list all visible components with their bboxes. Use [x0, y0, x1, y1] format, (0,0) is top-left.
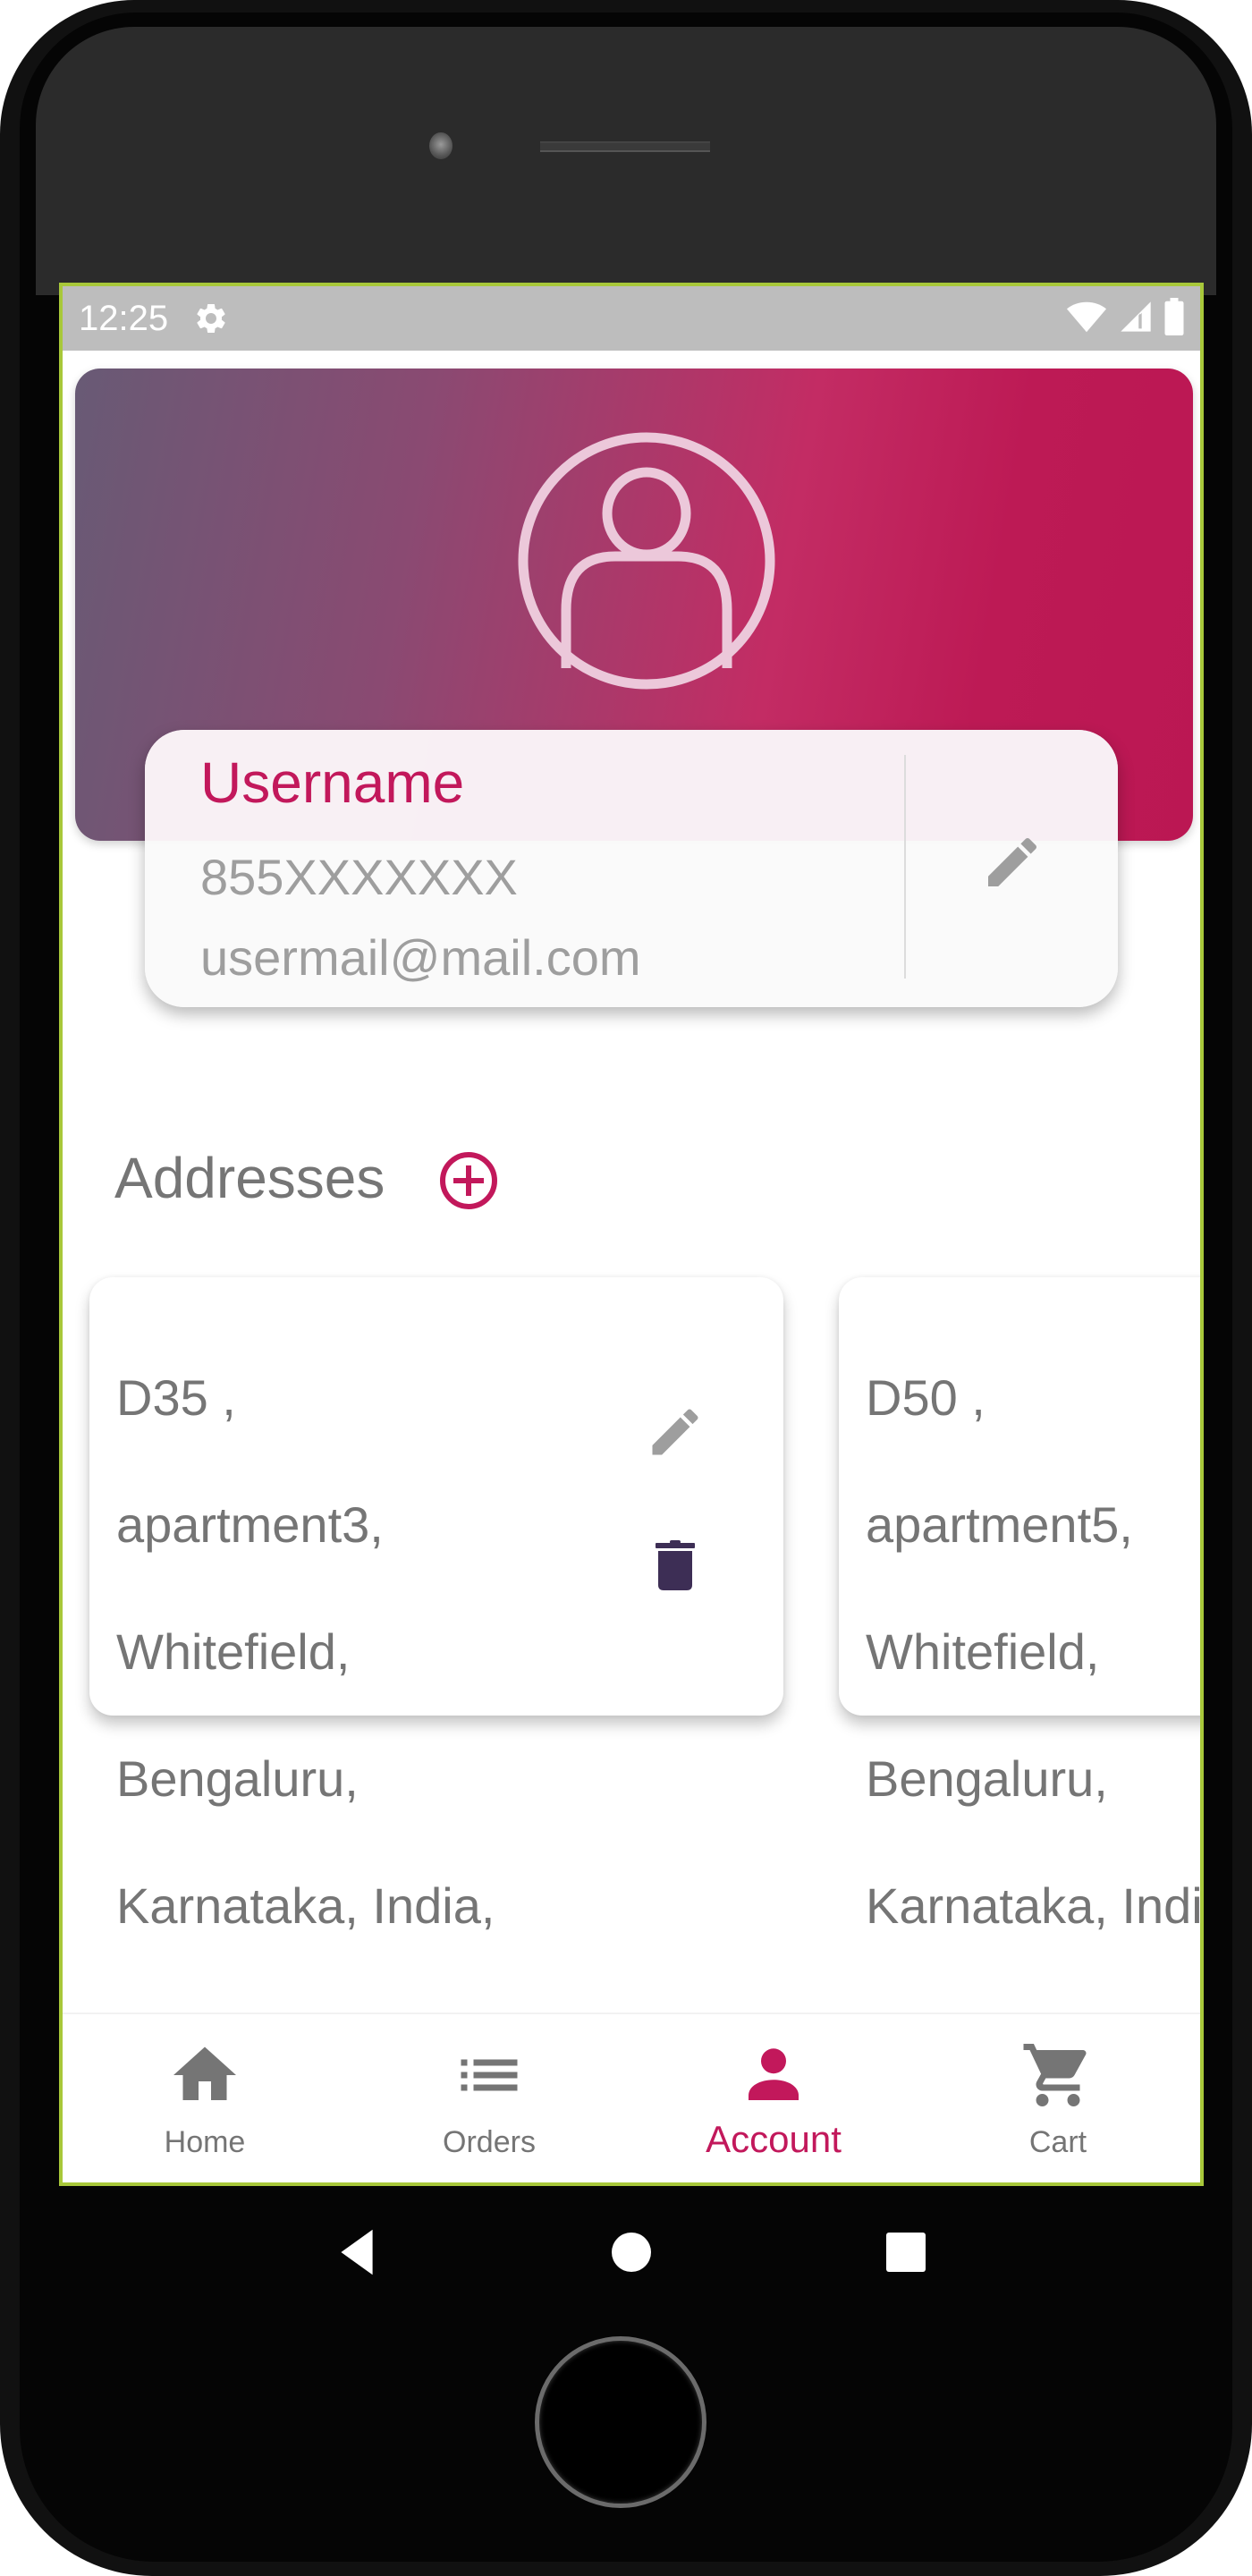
battery-icon [1164, 297, 1184, 340]
person-icon [736, 2038, 811, 2113]
list-icon [452, 2038, 527, 2113]
front-camera [429, 132, 453, 159]
email: usermail@mail.com [200, 929, 641, 986]
top-bezel [36, 27, 1216, 295]
system-recents-button[interactable] [879, 2225, 933, 2279]
nav-item-orders[interactable]: Orders [347, 2014, 631, 2182]
app-screen: 12:25 Username 855XXXXXXX usermail@mail.… [59, 283, 1204, 2186]
add-address-button[interactable] [438, 1150, 499, 1211]
address-card[interactable]: D50 , apartment5, Whitefield, Bengaluru,… [839, 1277, 1200, 2061]
wifi-icon [1066, 296, 1107, 342]
profile-card: Username 855XXXXXXX usermail@mail.com [145, 730, 1118, 1007]
status-bar: 12:25 [63, 286, 1200, 351]
cell-signal-icon [1118, 299, 1154, 339]
system-home-button[interactable] [605, 2225, 658, 2279]
divider [904, 755, 906, 979]
home-icon [167, 2038, 242, 2113]
bottom-navigation: Home Orders Account Cart [63, 2012, 1200, 2182]
address-text: D50 , apartment5, Whitefield, Bengaluru,… [866, 1369, 1203, 2061]
nav-item-home[interactable]: Home [63, 2014, 347, 2182]
system-navigation-bar [59, 2190, 1204, 2315]
nav-item-account[interactable]: Account [631, 2014, 916, 2182]
edit-profile-button[interactable] [977, 828, 1048, 900]
home-circle-icon [611, 2233, 651, 2272]
recents-square-icon [885, 2233, 926, 2272]
edit-address-button[interactable] [644, 1402, 706, 1465]
trash-icon [656, 1539, 695, 1595]
pencil-icon [645, 1402, 706, 1467]
back-triangle-icon [341, 2229, 373, 2275]
account-circle-outline-icon [517, 431, 776, 691]
earpiece-speaker [540, 141, 710, 152]
address-text: D35 , apartment3, Whitefield, Bengaluru,… [116, 1369, 495, 2061]
addresses-heading: Addresses [114, 1146, 385, 1210]
status-time: 12:25 [79, 298, 169, 338]
hardware-home-button[interactable] [535, 2336, 706, 2508]
settings-gear-icon [193, 301, 229, 336]
address-card[interactable]: D35 , apartment3, Whitefield, Bengaluru,… [89, 1277, 783, 2061]
username: Username [200, 750, 465, 815]
nav-item-cart[interactable]: Cart [916, 2014, 1200, 2182]
system-back-button[interactable] [330, 2225, 384, 2279]
phone-number: 855XXXXXXX [200, 849, 518, 905]
delete-address-button[interactable] [644, 1531, 706, 1603]
cart-icon [1020, 2038, 1096, 2113]
add-circle-outline-icon [438, 1152, 499, 1215]
phone-frame: 12:25 Username 855XXXXXXX usermail@mail.… [0, 0, 1252, 2576]
pencil-icon [980, 830, 1045, 899]
